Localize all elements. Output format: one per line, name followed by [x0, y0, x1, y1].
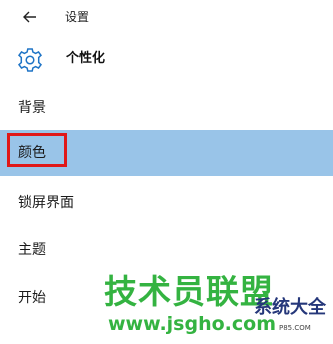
page-header: 个性化 — [0, 40, 333, 80]
nav-item-start[interactable]: 开始 — [0, 275, 333, 321]
app-title: 设置 — [65, 10, 90, 24]
nav-item-label: 锁屏界面 — [18, 195, 74, 211]
nav-item-label: 开始 — [18, 290, 46, 306]
nav-item-themes[interactable]: 主题 — [0, 227, 333, 273]
top-bar: 设置 — [0, 0, 333, 34]
arrow-left-icon — [23, 11, 36, 23]
nav-item-background[interactable]: 背景 — [0, 85, 333, 131]
nav-item-label: 背景 — [18, 100, 46, 116]
back-button[interactable] — [18, 8, 42, 26]
nav-item-label: 主题 — [18, 242, 46, 258]
page-title: 个性化 — [66, 51, 106, 66]
gear-icon — [17, 48, 43, 72]
nav-item-colors[interactable]: 颜色 — [0, 130, 333, 176]
nav-item-label: 颜色 — [18, 145, 46, 161]
watermark-small-text: P85.COM — [279, 324, 311, 332]
nav-item-lock-screen[interactable]: 锁屏界面 — [0, 180, 333, 226]
